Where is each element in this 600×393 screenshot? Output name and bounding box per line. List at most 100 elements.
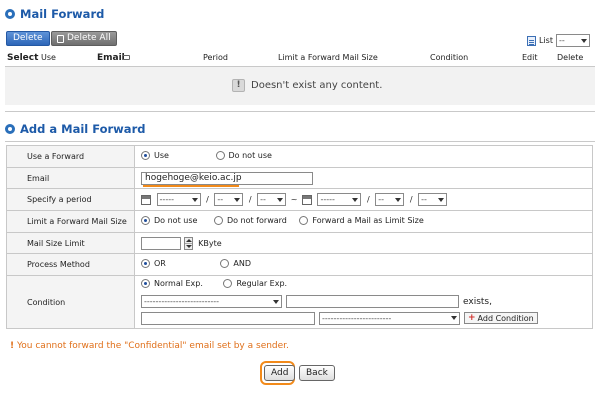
empty-message-text: Doesn't exist any content. — [251, 80, 383, 91]
list-icon — [527, 35, 536, 46]
column-limit: Limit a Forward Mail Size — [278, 53, 378, 62]
limit-do-not-forward-radio[interactable]: Do not forward — [213, 216, 287, 225]
chevron-down-icon — [277, 197, 284, 202]
column-edit: Edit — [522, 53, 538, 62]
mail-forward-heading: Mail Forward — [5, 7, 104, 21]
radio-selected-icon — [141, 151, 150, 160]
row-process: Process Method OR AND — [6, 253, 593, 276]
chevron-down-icon — [273, 299, 279, 304]
delete-button[interactable]: Delete — [6, 31, 50, 46]
sort-icon[interactable] — [122, 55, 130, 60]
process-label: Process Method — [6, 253, 135, 276]
confidential-notice-text: You cannot forward the "Confidential" em… — [16, 341, 289, 351]
calendar-icon[interactable] — [141, 194, 151, 205]
calendar-icon[interactable] — [301, 194, 312, 205]
radio-icon — [215, 151, 225, 160]
tilde: ~ — [290, 195, 298, 204]
add-condition-button[interactable]: + Add Condition — [464, 312, 538, 324]
size-limit-label: Mail Size Limit — [6, 232, 135, 254]
regular-exp-radio[interactable]: Regular Exp. — [223, 279, 287, 288]
row-size-limit: Mail Size Limit KByte — [6, 232, 593, 254]
email-highlight-underline — [143, 184, 239, 187]
process-field: OR AND — [134, 253, 593, 276]
end-month-select[interactable]: -- — [375, 193, 405, 206]
section-circle-icon — [5, 9, 15, 19]
row-email: Email hogehoge@keio.ac.jp — [6, 167, 593, 189]
limit-forward-as-limit-label: Forward a Mail as Limit Size — [312, 216, 424, 225]
limit-do-not-forward-label: Do not forward — [226, 216, 287, 225]
limit-forward-as-limit-radio[interactable]: Forward a Mail as Limit Size — [299, 216, 424, 225]
list-control: List -- — [527, 34, 590, 47]
or-radio[interactable]: OR — [141, 259, 166, 268]
limit-do-not-use-radio[interactable]: Do not use — [141, 216, 197, 225]
slash: / — [367, 195, 370, 204]
end-year-select[interactable]: ----- — [317, 193, 362, 206]
add-condition-label: Add Condition — [477, 313, 534, 323]
limit-do-not-use-label: Do not use — [154, 216, 198, 225]
email-field[interactable]: hogehoge@keio.ac.jp — [141, 171, 313, 187]
empty-message: ! Doesn't exist any content. — [232, 79, 382, 92]
limit-label: Limit a Forward Mail Size — [6, 210, 135, 233]
condition-match-select[interactable]: ------------------------ — [319, 311, 460, 325]
radio-selected-icon — [141, 279, 150, 288]
radio-selected-icon — [141, 216, 150, 225]
delete-all-label: Delete All — [67, 33, 111, 43]
exists-text: exists, — [463, 296, 492, 307]
use-radio[interactable]: Use — [141, 151, 169, 160]
size-limit-input[interactable] — [141, 236, 181, 250]
plus-icon: + — [468, 313, 476, 323]
start-year-select[interactable]: ----- — [156, 193, 201, 206]
chevron-down-icon — [352, 197, 359, 202]
start-day-select[interactable]: -- — [257, 193, 287, 206]
start-month-select[interactable]: -- — [214, 193, 244, 206]
form-top-divider — [5, 141, 595, 142]
chevron-down-icon — [234, 197, 241, 202]
or-radio-label: OR — [154, 259, 166, 268]
period-field: ----- / -- / -- ~ ----- / -- / -- — [134, 188, 593, 211]
column-period: Period — [203, 53, 228, 62]
column-delete: Delete — [557, 53, 584, 62]
condition-field: Normal Exp. Regular Exp. ---------------… — [134, 275, 593, 329]
condition-text-input[interactable] — [141, 311, 315, 325]
slash: / — [409, 195, 413, 204]
chevron-down-icon — [451, 316, 457, 320]
chevron-down-icon — [580, 38, 587, 43]
add-button[interactable]: Add — [264, 365, 296, 381]
use-radio-label: Use — [154, 151, 169, 160]
list-count-select[interactable]: -- — [555, 34, 590, 47]
size-limit-stepper[interactable] — [183, 236, 193, 250]
use-forward-label: Use a Forward — [6, 145, 135, 168]
chevron-down-icon — [191, 197, 198, 202]
confidential-notice: ! You cannot forward the "Confidential" … — [10, 341, 289, 351]
row-condition: Condition Normal Exp. Regular Exp. -----… — [6, 275, 593, 329]
stepper-down-icon[interactable] — [184, 243, 192, 249]
list-label: List — [539, 36, 553, 45]
and-radio[interactable]: AND — [220, 259, 251, 268]
back-button[interactable]: Back — [299, 365, 335, 381]
delete-all-button[interactable]: Delete All — [51, 31, 117, 46]
do-not-use-radio-label: Do not use — [228, 151, 272, 160]
exclamation-icon: ! — [232, 79, 245, 92]
and-radio-label: AND — [233, 259, 252, 268]
row-period: Specify a period ----- / -- / -- ~ -----… — [6, 188, 593, 211]
table-header: Select Use Email Period Limit a Forward … — [5, 52, 595, 66]
size-limit-field: KByte — [134, 232, 593, 254]
condition-label: Condition — [6, 275, 135, 329]
column-email[interactable]: Email — [97, 53, 125, 63]
section-divider — [5, 111, 595, 112]
condition-field-select[interactable]: -------------------------- — [141, 295, 282, 308]
condition-value-input[interactable] — [286, 295, 459, 308]
add-mail-forward-heading: Add a Mail Forward — [5, 122, 145, 136]
end-day-select[interactable]: -- — [418, 193, 448, 206]
normal-exp-radio[interactable]: Normal Exp. — [141, 279, 203, 288]
row-limit: Limit a Forward Mail Size Do not use Do … — [6, 210, 593, 233]
mail-forward-title: Mail Forward — [20, 7, 105, 21]
radio-icon — [299, 216, 309, 225]
do-not-use-radio[interactable]: Do not use — [215, 151, 272, 160]
chevron-down-icon — [395, 197, 402, 202]
slash: / — [248, 195, 252, 204]
column-select: Select — [7, 53, 39, 63]
email-field-cell: hogehoge@keio.ac.jp — [134, 167, 593, 189]
add-mail-forward-title: Add a Mail Forward — [20, 122, 146, 136]
list-count-value: -- — [558, 36, 565, 45]
